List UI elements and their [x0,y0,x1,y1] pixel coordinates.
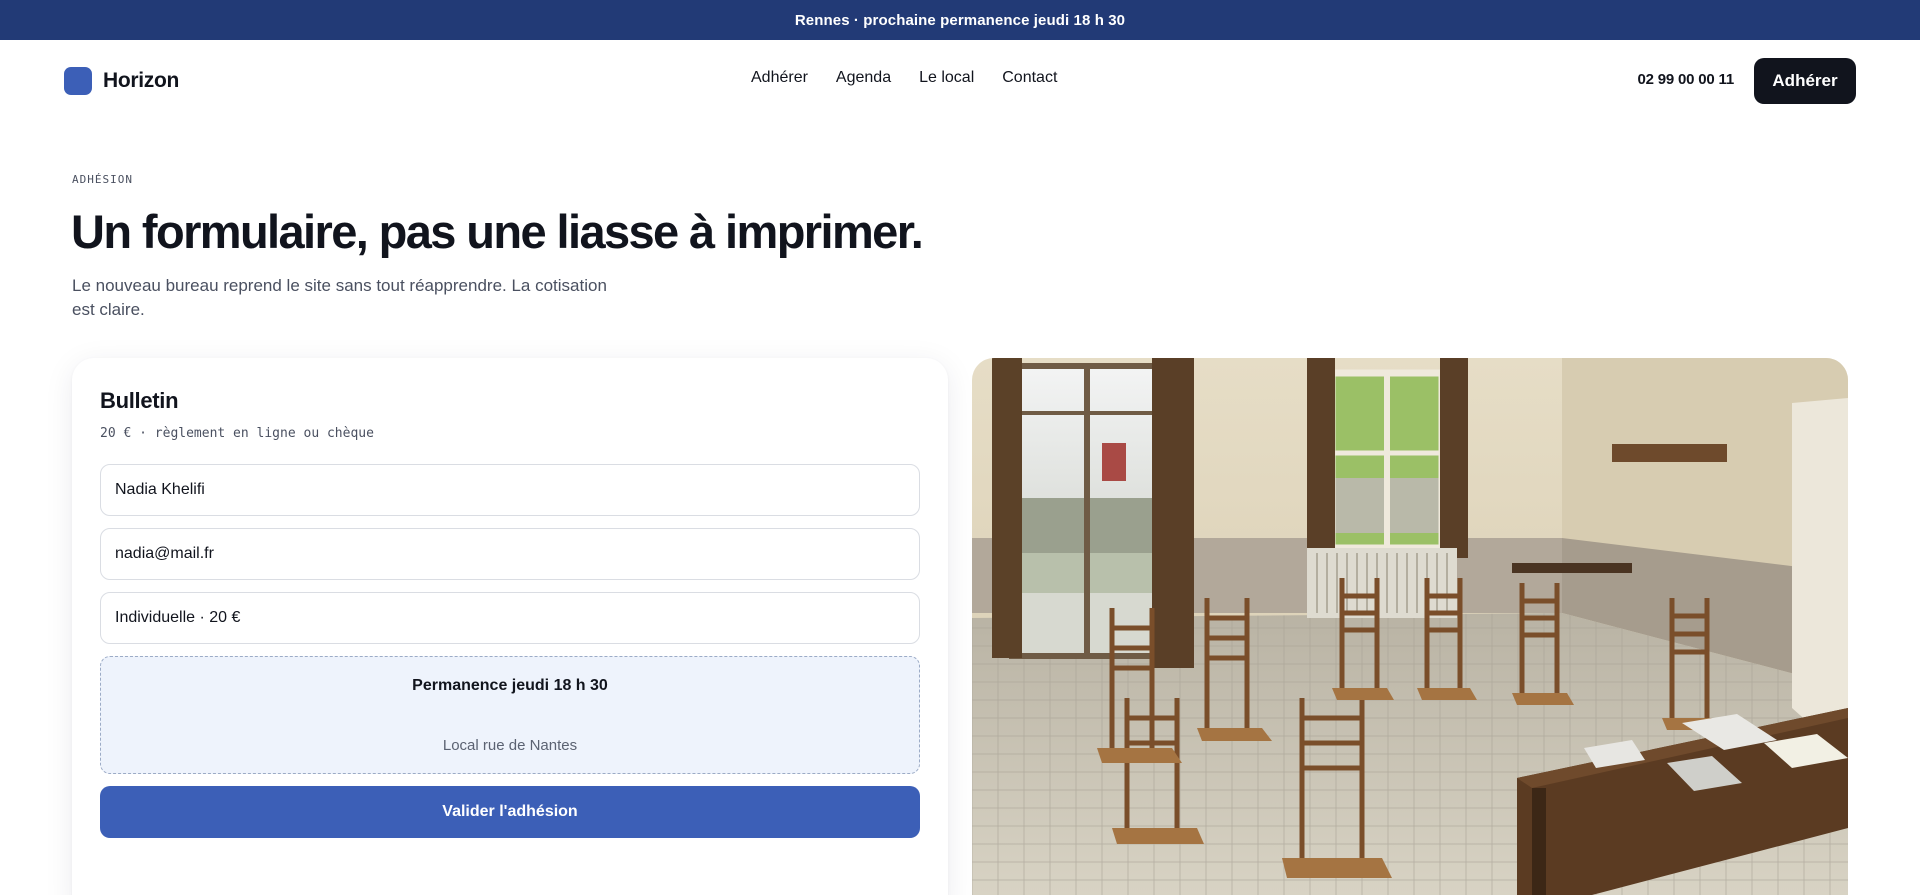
form-subtitle: 20 € · règlement en ligne ou chèque [100,426,374,441]
form-title: Bulletin [100,388,179,413]
brand-logo-icon [64,67,92,95]
slot-title: Permanence jeudi 18 h 30 [412,677,608,694]
name-field[interactable]: Nadia Khelifi [100,464,920,516]
nav-item-contact[interactable]: Contact [1002,69,1057,87]
announcement-text: Rennes · prochaine permanence jeudi 18 h… [794,11,1126,29]
slot-place: Local rue de Nantes [442,737,578,754]
site-header: Horizon Adhérer Agenda Le local Contact … [0,40,1920,120]
membership-type-select[interactable]: Individuelle · 20 € [100,592,920,644]
membership-form-card: Bulletin 20 € · règlement en ligne ou ch… [72,358,948,895]
name-field-value: Nadia Khelifi [115,481,205,498]
brand-name: Horizon [103,69,180,92]
page-title: Un formulaire, pas une liasse à imprimer… [71,205,924,258]
brand[interactable]: Horizon [64,67,179,95]
email-field[interactable]: nadia@mail.fr [100,528,920,580]
membership-type-value: Individuelle · 20 € [115,609,241,626]
join-button[interactable]: Adhérer [1754,58,1856,104]
main-nav: Adhérer Agenda Le local Contact [751,69,1057,87]
page-lead: Le nouveau bureau reprend le site sans t… [72,276,607,319]
nav-item-le-local[interactable]: Le local [919,69,974,87]
section-eyebrow: ADHÉSION [72,173,133,186]
submit-membership-button[interactable]: Valider l'adhésion [100,786,920,838]
email-field-value: nadia@mail.fr [115,545,214,562]
nav-item-agenda[interactable]: Agenda [836,69,891,87]
announcement-bar: Rennes · prochaine permanence jeudi 18 h… [0,0,1920,40]
permanence-slot[interactable]: Permanence jeudi 18 h 30 Local rue de Na… [100,656,920,774]
phone-number[interactable]: 02 99 00 00 11 [1638,71,1735,88]
nav-item-adherer[interactable]: Adhérer [751,69,808,87]
venue-photo [972,358,1848,895]
